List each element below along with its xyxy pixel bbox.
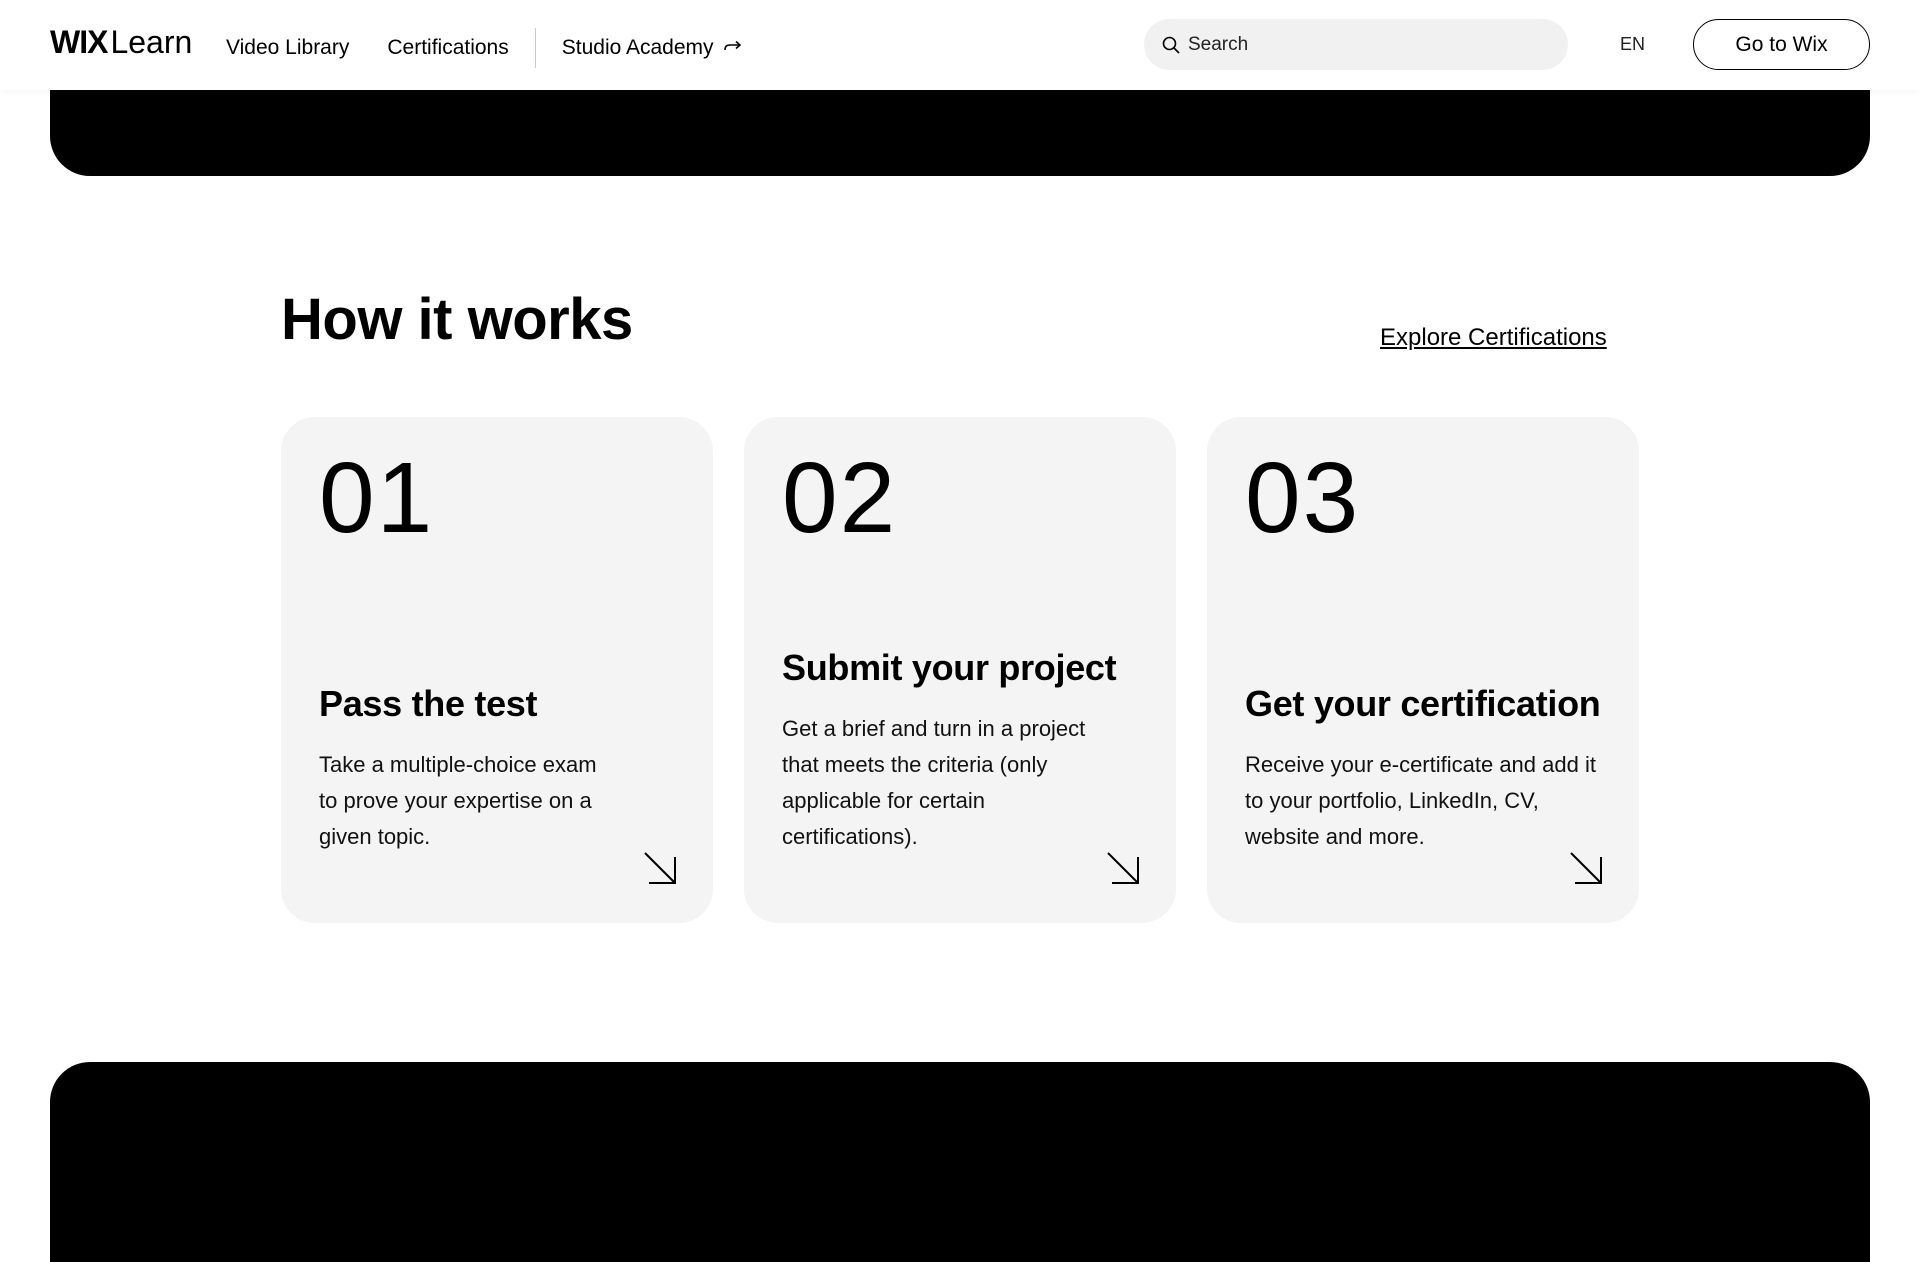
step-body: Submit your project Get a brief and turn… bbox=[782, 647, 1146, 855]
step-card-2[interactable]: 02 Submit your project Get a brief and t… bbox=[744, 417, 1176, 923]
step-title: Get your certification bbox=[1245, 683, 1601, 724]
step-title: Pass the test bbox=[319, 683, 538, 724]
nav-video-library[interactable]: Video Library bbox=[226, 36, 349, 60]
step-body: Get your certification Receive your e-ce… bbox=[1245, 683, 1609, 855]
search-bar[interactable] bbox=[1144, 19, 1568, 70]
arrow-down-right-icon[interactable] bbox=[643, 851, 677, 885]
nav-studio-academy[interactable]: Studio Academy bbox=[562, 36, 742, 60]
logo-wix-text: WIX bbox=[50, 24, 108, 60]
nav-certifications[interactable]: Certifications bbox=[387, 36, 508, 60]
step-title: Submit your project bbox=[782, 647, 1117, 688]
step-card-1[interactable]: 01 Pass the test Take a multiple-choice … bbox=[281, 417, 713, 923]
wix-learn-logo[interactable]: WIX Learn bbox=[50, 24, 192, 64]
step-body: Pass the test Take a multiple-choice exa… bbox=[319, 683, 683, 855]
step-text: Get a brief and turn in a project that m… bbox=[782, 716, 1086, 849]
nav-divider bbox=[534, 28, 536, 68]
step-number: 01 bbox=[319, 442, 435, 554]
step-text: Receive your e-certificate and add it to… bbox=[1245, 752, 1596, 849]
bottom-black-banner bbox=[50, 1062, 1870, 1262]
arrow-right-icon bbox=[723, 41, 741, 51]
search-input[interactable] bbox=[1188, 33, 1548, 56]
section-title-how-it-works: How it works bbox=[281, 287, 633, 352]
site-header: WIX Learn Video Library Certifications S… bbox=[0, 0, 1920, 90]
language-selector[interactable]: EN bbox=[1620, 34, 1645, 55]
go-to-wix-button[interactable]: Go to Wix bbox=[1693, 19, 1870, 70]
step-text: Take a multiple-choice exam to prove you… bbox=[319, 752, 597, 849]
explore-certifications-link[interactable]: Explore Certifications bbox=[1380, 324, 1607, 352]
main-nav: Video Library Certifications Studio Acad… bbox=[226, 28, 742, 68]
search-icon bbox=[1162, 36, 1180, 54]
arrow-down-right-icon[interactable] bbox=[1569, 851, 1603, 885]
step-number: 02 bbox=[782, 442, 898, 554]
step-card-3[interactable]: 03 Get your certification Receive your e… bbox=[1207, 417, 1639, 923]
step-number: 03 bbox=[1245, 442, 1361, 554]
nav-studio-academy-label: Studio Academy bbox=[561, 36, 714, 59]
logo-learn-text: Learn bbox=[110, 24, 193, 60]
arrow-down-right-icon[interactable] bbox=[1106, 851, 1140, 885]
